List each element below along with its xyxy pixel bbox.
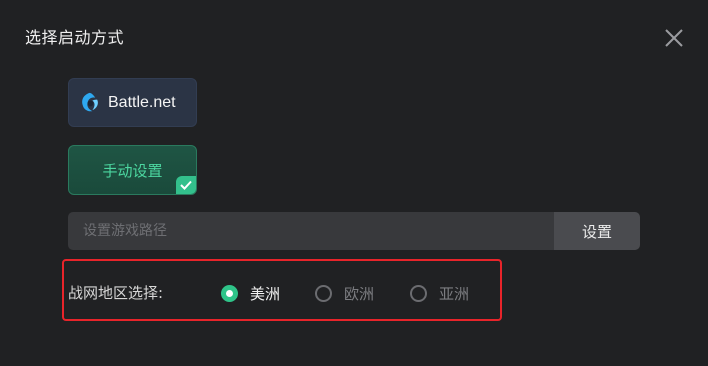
launch-method-dialog: 选择启动方式 Battle.net 手动设置 设置 战网地区选择: <box>0 0 708 366</box>
radio-label: 美洲 <box>250 285 281 303</box>
radio-unchecked-icon <box>315 285 332 302</box>
region-select-label: 战网地区选择: <box>68 284 164 302</box>
manual-setup-label: 手动设置 <box>102 161 163 180</box>
game-path-row: 设置 <box>68 212 640 250</box>
region-radio-americas[interactable]: 美洲 <box>221 283 280 304</box>
radio-label: 亚洲 <box>439 285 470 303</box>
battlenet-option-button[interactable]: Battle.net <box>68 78 197 127</box>
region-radio-europe[interactable]: 欧洲 <box>315 283 374 304</box>
game-path-input[interactable] <box>68 212 554 250</box>
region-radio-asia[interactable]: 亚洲 <box>410 283 469 304</box>
dialog-title: 选择启动方式 <box>25 28 125 47</box>
selected-check-icon <box>176 176 196 194</box>
close-icon[interactable] <box>663 27 685 49</box>
radio-unchecked-icon <box>410 285 427 302</box>
battlenet-label: Battle.net <box>108 93 176 111</box>
manual-setup-option-button[interactable]: 手动设置 <box>68 145 197 195</box>
radio-checked-icon <box>221 285 238 302</box>
set-path-button[interactable]: 设置 <box>554 212 640 250</box>
radio-label: 欧洲 <box>344 285 375 303</box>
battlenet-logo-icon <box>78 91 101 114</box>
